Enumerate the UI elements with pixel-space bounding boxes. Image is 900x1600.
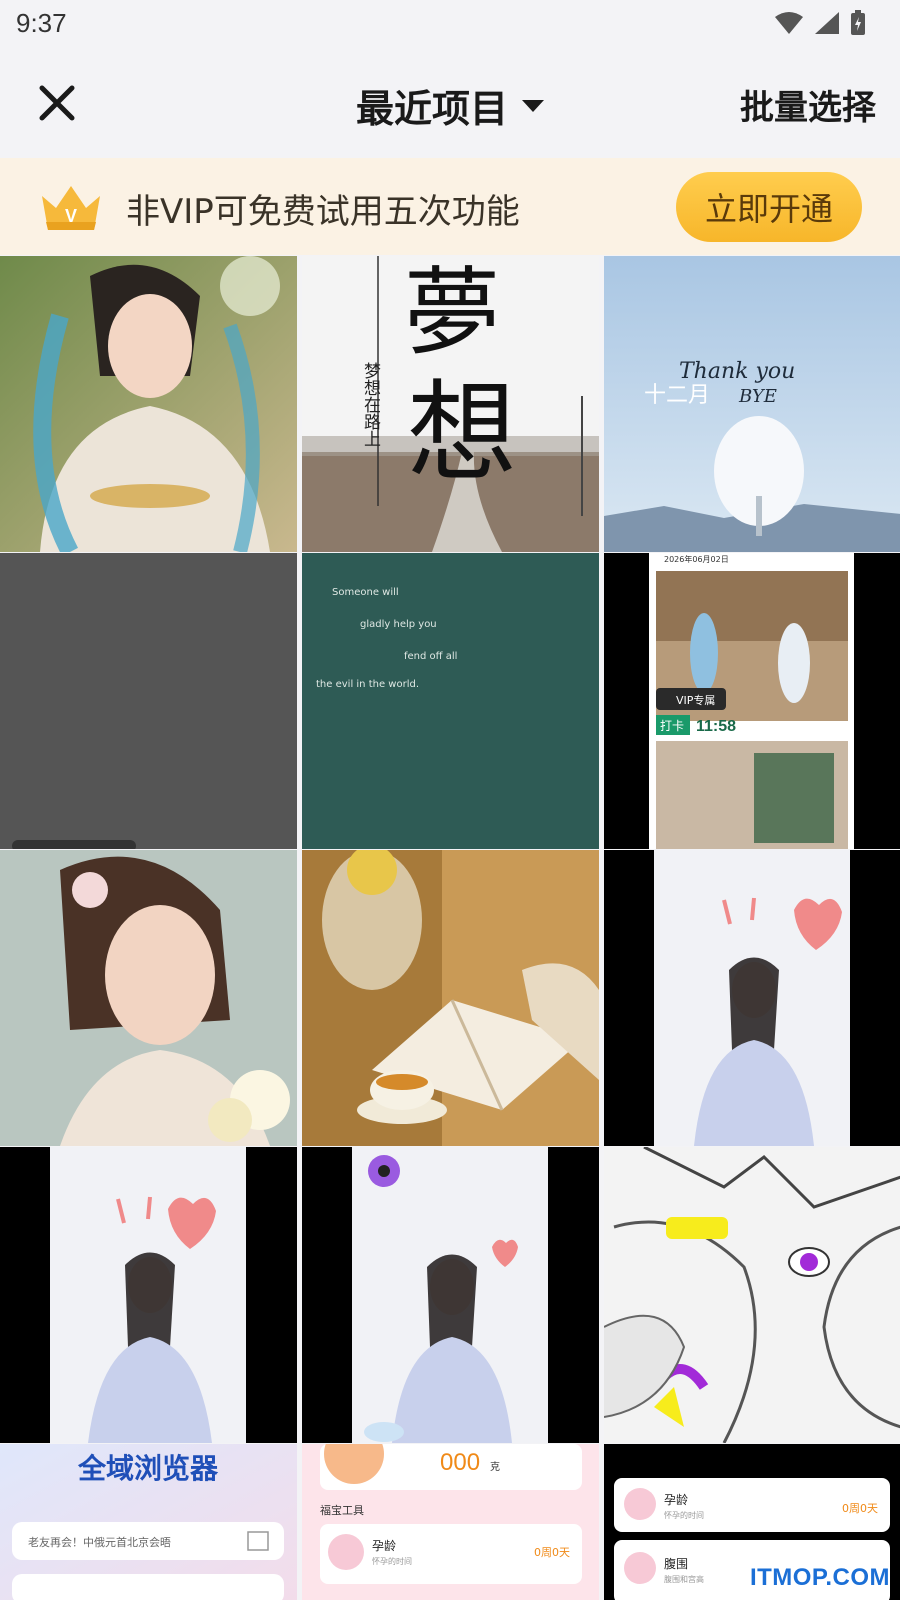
photo-browser-screenshot[interactable]: 全域浏览器 老友再会！中俄元首北京会晤 (0, 1444, 297, 1600)
photo-girl-heart-3[interactable] (302, 1147, 599, 1443)
pregnancy2-sub1: 怀孕的时间 (664, 1510, 704, 1520)
photo-anime-girl-flowers[interactable] (0, 256, 297, 552)
checkin-time: 11:58 (696, 718, 736, 735)
photo-green-quote[interactable]: Someone will gladly help you fend off al… (302, 553, 599, 849)
dream-poster-image: 夢 想 梦想在路上 (302, 256, 599, 552)
pregnancy-unit: 克 (490, 1461, 500, 1473)
photo-book-tea[interactable] (302, 850, 599, 1146)
pregnancy-number: 000 (440, 1449, 480, 1476)
pregnancy2-value1: 0周0天 (842, 1502, 878, 1515)
page-title: 最近项目 (355, 87, 508, 131)
quote-line1: Someone will (332, 587, 399, 598)
checkin-punch: 打卡 (660, 719, 684, 733)
painted-portrait-image (0, 850, 297, 1146)
quote-line3: fend off all (404, 651, 457, 662)
pregnancy-app-image-1: 000 克 福宝工具 孕龄 怀孕的时间 0周0天 (302, 1444, 599, 1600)
browser-screenshot-image: 全域浏览器 老友再会！中俄元首北京会晤 (0, 1444, 297, 1600)
status-bar: 9:37 (0, 0, 900, 50)
green-quote-image: Someone will gladly help you fend off al… (302, 553, 599, 849)
december-line3: BYE (738, 386, 777, 407)
pregnancy-section: 福宝工具 (320, 1503, 364, 1517)
browser-search-text: 老友再会！中俄元首北京会晤 (28, 1535, 171, 1549)
pregnancy-sub: 怀孕的时间 (372, 1556, 412, 1566)
photo-sketch-girl[interactable] (604, 1147, 900, 1443)
photo-girl-heart-2[interactable] (0, 1147, 297, 1443)
wifi-icon (775, 12, 803, 34)
photo-girl-heart-1[interactable] (604, 850, 900, 1146)
header: 最近项目 批量选择 (0, 50, 900, 158)
photo-pregnancy-app-1[interactable]: 000 克 福宝工具 孕龄 怀孕的时间 0周0天 (302, 1444, 599, 1600)
photo-grid: 夢 想 梦想在路上 Thank you 十二月 BYE Someone will (0, 256, 900, 1600)
browser-title: 全域浏览器 (77, 1452, 219, 1485)
photo-december-tree[interactable]: Thank you 十二月 BYE (604, 256, 900, 552)
vip-banner: V 非VIP可免费试用五次功能 立即开通 (0, 158, 900, 255)
checkin-image: 2026年06月02日 VIP专属 打卡 11:58 (604, 553, 900, 849)
pregnancy2-item2: 腹围 (664, 1557, 688, 1571)
signal-icon (815, 12, 839, 34)
photo-dream-poster[interactable]: 夢 想 梦想在路上 (302, 256, 599, 552)
sketch-girl-image (604, 1147, 900, 1443)
december-line2: 十二月 (644, 383, 710, 408)
photo-checkin-screenshot[interactable]: 2026年06月02日 VIP专属 打卡 11:58 (604, 553, 900, 849)
dream-char-2: 想 (407, 369, 517, 497)
dream-vertical-text: 梦想在路上 (360, 362, 381, 447)
crown-icon: V (42, 186, 100, 230)
girl-heart-image-1 (604, 850, 900, 1146)
photo-gray-placeholder[interactable] (0, 553, 297, 849)
crown-letter: V (65, 206, 77, 226)
december-tree-image: Thank you 十二月 BYE (604, 256, 900, 552)
checkin-date: 2026年06月02日 (664, 554, 729, 564)
activate-vip-button[interactable]: 立即开通 (676, 172, 862, 242)
girl-heart-image-2 (0, 1147, 297, 1443)
batch-select-button[interactable]: 批量选择 (740, 80, 876, 129)
book-tea-image (302, 850, 599, 1146)
pregnancy-value: 0周0天 (534, 1546, 570, 1559)
girl-heart-image-3 (302, 1147, 599, 1443)
photo-painted-portrait[interactable] (0, 850, 297, 1146)
pregnancy-item: 孕龄 (372, 1539, 396, 1553)
battery-icon (851, 10, 865, 35)
quote-line4: the evil in the world. (316, 679, 419, 690)
dream-char-1: 夢 (404, 257, 500, 369)
anime-girl-image (0, 256, 297, 552)
watermark-text: ITMOP.COM (749, 1564, 890, 1591)
status-icons (774, 10, 866, 36)
status-time: 9:37 (16, 8, 67, 38)
december-line1: Thank you (679, 359, 795, 384)
vip-trial-text: 非VIP可免费试用五次功能 (126, 192, 520, 232)
pregnancy2-item1: 孕龄 (664, 1493, 688, 1507)
gray-image (0, 553, 297, 849)
pregnancy2-sub2: 腹围和宫高 (664, 1574, 704, 1584)
checkin-badge: VIP专属 (676, 693, 715, 707)
chevron-down-icon (522, 99, 544, 112)
quote-line2: gladly help you (360, 619, 437, 630)
